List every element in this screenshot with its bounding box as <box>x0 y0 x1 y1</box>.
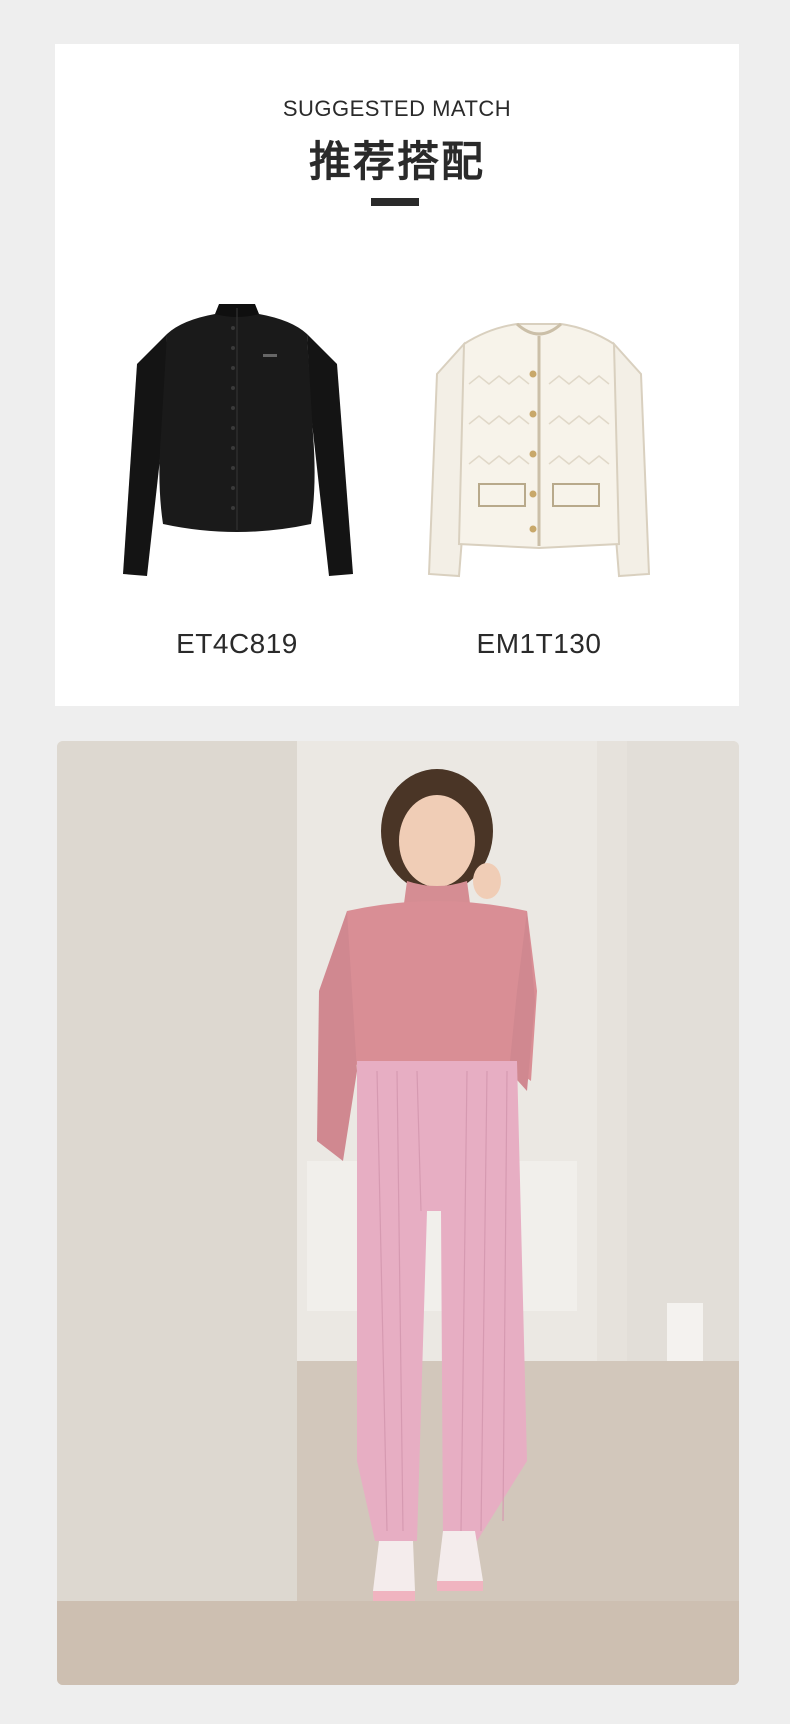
model-photo <box>57 741 739 1685</box>
suggested-match-card: SUGGESTED MATCH 推荐搭配 ET4C819 EM1T130 <box>55 44 739 706</box>
section-title-cn: 推荐搭配 <box>308 137 485 186</box>
product-code[interactable]: EM1T130 <box>409 628 669 660</box>
title-divider <box>371 198 419 206</box>
product-item-et4c819[interactable]: ET4C819 <box>107 284 367 659</box>
black-top-icon <box>123 304 353 576</box>
section-title-en: SUGGESTED MATCH <box>282 96 512 121</box>
model-photo-illustration <box>57 741 739 1685</box>
product-item-em1t130[interactable]: EM1T130 <box>409 284 669 659</box>
product-code[interactable]: ET4C819 <box>107 628 367 660</box>
cream-jacket-icon <box>427 322 651 578</box>
